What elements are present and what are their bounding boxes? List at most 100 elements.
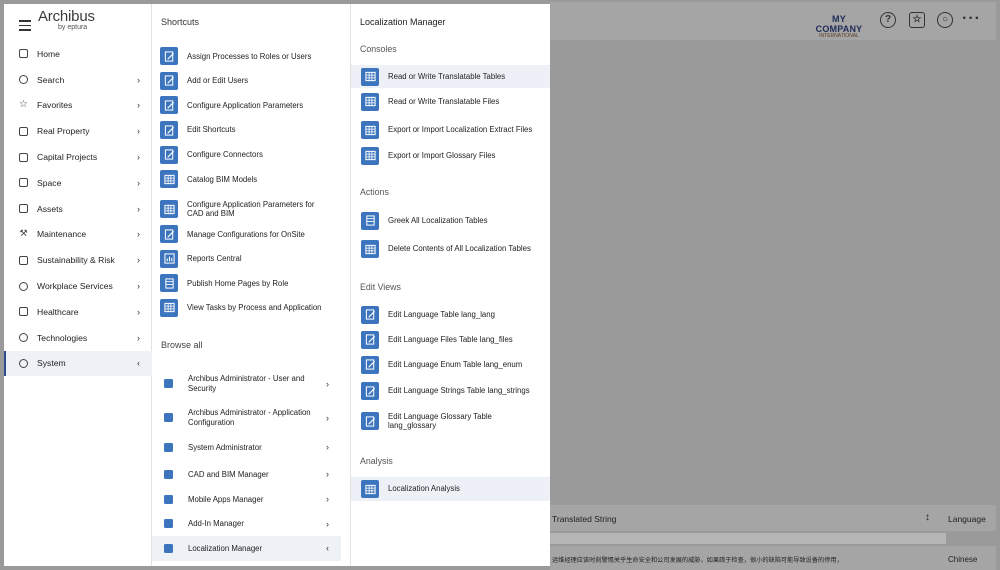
browse-item[interactable]: Localization Manager ‹ bbox=[152, 536, 341, 561]
browse-item[interactable]: CAD and BIM Manager › bbox=[152, 462, 341, 487]
nav-item-space[interactable]: Space › bbox=[4, 170, 152, 196]
nav-item-workplace-services[interactable]: Workplace Services › bbox=[4, 273, 152, 299]
localization-task-item[interactable]: Edit Language Files Table lang_files bbox=[351, 328, 550, 351]
nav-item-system[interactable]: System ‹ bbox=[4, 350, 152, 377]
form-icon bbox=[160, 145, 178, 164]
shortcut-label: Reports Central bbox=[187, 254, 242, 264]
shortcut-item[interactable]: Publish Home Pages by Role bbox=[152, 271, 351, 296]
task-label: Edit Language Files Table lang_files bbox=[388, 334, 513, 344]
shortcut-item[interactable]: Edit Shortcuts bbox=[152, 118, 351, 143]
nav-item-technologies[interactable]: Technologies › bbox=[4, 325, 152, 351]
chevron-right-icon: › bbox=[137, 152, 140, 163]
form-icon bbox=[160, 96, 178, 115]
shortcut-item[interactable]: Reports Central bbox=[152, 247, 351, 272]
task-label: Edit Language Strings Table lang_strings bbox=[388, 386, 530, 396]
browse-item[interactable]: Add-In Manager › bbox=[152, 512, 341, 537]
localization-task-item[interactable]: Read or Write Translatable Files bbox=[351, 90, 550, 113]
shortcut-label: Publish Home Pages by Role bbox=[187, 278, 289, 288]
chevron-right-icon: › bbox=[326, 518, 329, 529]
form-icon bbox=[361, 412, 379, 430]
process-square-icon bbox=[164, 413, 173, 422]
chevron-right-icon: › bbox=[137, 281, 140, 292]
assets-icon bbox=[19, 204, 28, 214]
localization-task-item[interactable]: Edit Language Strings Table lang_strings bbox=[351, 377, 550, 405]
leaf-icon bbox=[19, 255, 28, 265]
shortcut-item[interactable]: Configure Application Parameters bbox=[152, 93, 351, 118]
shortcut-item[interactable]: Configure Application Parameters for CAD… bbox=[152, 194, 351, 224]
task-label: Export or Import Glossary Files bbox=[388, 150, 496, 160]
form-icon bbox=[160, 47, 178, 66]
browse-item-label: Mobile Apps Manager bbox=[188, 494, 264, 504]
section-title-consoles: Consoles bbox=[360, 44, 397, 54]
nav-item-maintenance[interactable]: ⚒ Maintenance › bbox=[4, 222, 152, 248]
chevron-right-icon: › bbox=[137, 177, 140, 188]
browse-item-label: CAD and BIM Manager bbox=[188, 469, 269, 479]
help-icon[interactable]: ? bbox=[880, 12, 896, 28]
localization-task-item[interactable]: Export or Import Glossary Files bbox=[351, 144, 550, 167]
localization-manager-panel: Localization Manager Consoles Actions Ed… bbox=[351, 4, 550, 566]
shortcut-item[interactable]: Add or Edit Users bbox=[152, 69, 351, 94]
browse-item[interactable]: System Administrator › bbox=[152, 435, 341, 460]
sort-icon[interactable]: ↕ bbox=[925, 512, 930, 523]
favorites-icon[interactable]: ☆ bbox=[909, 12, 925, 28]
localization-task-item[interactable]: Edit Language Glossary Table lang_glossa… bbox=[351, 407, 550, 435]
menu-icon[interactable] bbox=[19, 20, 31, 34]
nav-list: Home Search › ☆ Favorites › Real Property › … bbox=[4, 41, 152, 377]
form-icon bbox=[361, 330, 379, 349]
nav-item-search[interactable]: Search › bbox=[4, 67, 152, 93]
translated-string-cell: 运维经理应该时刻警惕关乎生命安全和公司发展的威胁，如果疏于检查，很小的缺陷可能导… bbox=[552, 557, 843, 564]
localization-task-item[interactable]: Localization Analysis bbox=[351, 477, 550, 501]
localization-task-item[interactable]: Read or Write Translatable Tables bbox=[351, 65, 550, 88]
nav-item-sustainability-risk[interactable]: Sustainability & Risk › bbox=[4, 247, 152, 273]
projects-icon bbox=[19, 152, 28, 162]
form-icon bbox=[361, 355, 379, 374]
localization-task-item[interactable]: Export or Import Localization Extract Fi… bbox=[351, 116, 550, 144]
form-icon bbox=[160, 249, 178, 268]
nav-item-capital-projects[interactable]: Capital Projects › bbox=[4, 144, 152, 170]
building-icon bbox=[19, 126, 28, 136]
bulb-icon bbox=[19, 333, 28, 343]
grid-icon bbox=[361, 480, 379, 498]
localization-task-item[interactable]: Edit Language Enum Table lang_enum bbox=[351, 353, 550, 376]
localization-task-item[interactable]: Edit Language Table lang_lang bbox=[351, 303, 550, 326]
nav-item-assets[interactable]: Assets › bbox=[4, 196, 152, 222]
more-icon[interactable]: ··· bbox=[962, 10, 981, 28]
browse-item[interactable]: Archibus Administrator - User and Securi… bbox=[152, 367, 341, 400]
user-icon[interactable]: ○ bbox=[937, 12, 953, 28]
brand-logo: Archibus by eptura bbox=[38, 8, 95, 31]
nav-item-real-property[interactable]: Real Property › bbox=[4, 118, 152, 144]
browse-item[interactable]: Mobile Apps Manager › bbox=[152, 487, 341, 512]
chevron-right-icon: › bbox=[137, 306, 140, 317]
browse-item[interactable]: Archibus Administrator - Application Con… bbox=[152, 400, 341, 435]
localization-task-item[interactable]: Greek All Localization Tables bbox=[351, 209, 550, 232]
company-logo: MY COMPANY INTERNATIONAL bbox=[815, 14, 863, 39]
filter-input[interactable] bbox=[550, 533, 946, 544]
nav-item-home[interactable]: Home bbox=[4, 41, 152, 67]
shortcut-label: Edit Shortcuts bbox=[187, 125, 236, 135]
shortcut-item[interactable]: Assign Processes to Roles or Users bbox=[152, 44, 351, 69]
chevron-right-icon: › bbox=[137, 203, 140, 214]
top-bar bbox=[550, 2, 996, 40]
nav-item-favorites[interactable]: ☆ Favorites › bbox=[4, 93, 152, 119]
chevron-right-icon: › bbox=[326, 469, 329, 480]
nav-item-healthcare[interactable]: Healthcare › bbox=[4, 299, 152, 325]
column-header-translated-string[interactable]: Translated String bbox=[552, 514, 616, 524]
gear-icon bbox=[19, 358, 28, 368]
section-title-actions: Actions bbox=[360, 187, 389, 197]
browse-item-label: Localization Manager bbox=[188, 543, 263, 553]
shortcut-item[interactable]: Manage Configurations for OnSite bbox=[152, 222, 351, 247]
localization-task-item[interactable]: Delete Contents of All Localization Tabl… bbox=[351, 235, 550, 263]
task-label: Edit Language Enum Table lang_enum bbox=[388, 359, 523, 369]
main-nav: Archibus by eptura Home Search › ☆ Favorit… bbox=[4, 4, 152, 566]
form-icon bbox=[160, 274, 178, 293]
shortcut-item[interactable]: Configure Connectors bbox=[152, 142, 351, 167]
services-icon bbox=[19, 281, 28, 291]
task-label: Read or Write Translatable Files bbox=[388, 96, 500, 106]
search-icon bbox=[19, 75, 28, 85]
chevron-right-icon: › bbox=[137, 126, 140, 137]
shortcut-item[interactable]: View Tasks by Process and Application bbox=[152, 296, 351, 321]
star-icon: ☆ bbox=[19, 98, 28, 110]
column-header-language[interactable]: Language bbox=[948, 514, 986, 524]
form-icon bbox=[160, 200, 178, 218]
shortcut-item[interactable]: Catalog BIM Models bbox=[152, 167, 351, 192]
